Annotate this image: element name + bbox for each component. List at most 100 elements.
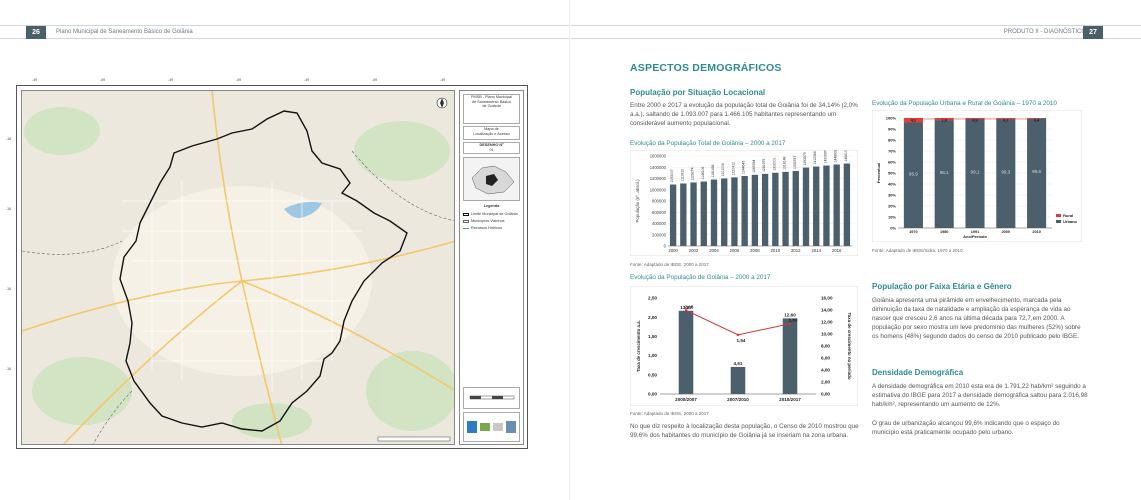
chart1-bar xyxy=(772,172,779,246)
map-image xyxy=(21,90,455,445)
chart1-x-tick: 2006 xyxy=(730,248,740,253)
chart2-bar xyxy=(782,318,798,394)
chart3-legend-swatch-urban xyxy=(1056,220,1061,223)
chart1-data-label: 1448639 xyxy=(834,150,838,163)
chart1-data-label: 1201006 xyxy=(721,163,725,176)
chart2-x-tick: 2007/2010 xyxy=(727,397,749,402)
chart1-x-tick: 2012 xyxy=(791,248,801,253)
drawing-number: 01 xyxy=(489,147,494,152)
chart2-bar xyxy=(730,366,746,394)
chart1-x-tick: 2004 xyxy=(709,248,719,253)
chart1-x-tick: 2002 xyxy=(689,248,699,253)
map-name-line: Localização e Acesso xyxy=(473,131,510,136)
chart1-data-label: 1333767 xyxy=(793,156,797,169)
chart1-y-label: População (nº. absol.) xyxy=(635,179,640,223)
map-logos xyxy=(463,412,520,442)
subtitle-densidade: Densidade Demográfica xyxy=(872,368,964,377)
chart2-left-tick: 1,50 xyxy=(648,334,657,339)
chart1-bar xyxy=(823,165,830,246)
chart1-bar xyxy=(690,182,697,246)
chart1-y-tick: 1600000 xyxy=(650,154,667,159)
chart1-data-label: 1430697 xyxy=(823,150,827,163)
chart1-x-tick: 2016 xyxy=(832,248,842,253)
chart2-left-tick: 2,00 xyxy=(648,315,657,320)
neighbour-swatch xyxy=(463,219,469,223)
chart2-rate-point xyxy=(684,309,688,312)
chart2-svg: 2,50 2,00 1,50 1,00 0,50 0,00 16,00 14,00 12,00 1… xyxy=(629,285,859,407)
chart1-bar xyxy=(792,170,799,246)
chart-population-total: 1600000 1400000 1200000 1000000 800000 600000… xyxy=(629,148,859,257)
map-scale-box xyxy=(463,387,520,409)
legend-item-label: Limite Municipal de Goiânia xyxy=(471,212,518,216)
chart-urban-rural: 100% 90% 80% 70% 60% 50% 40% 30% 20% 10% 0% Percent… xyxy=(871,109,1083,243)
chart1-bar xyxy=(761,173,769,246)
chart2-left-tick: 2,50 xyxy=(648,296,657,301)
chart1-y-tick: 1200000 xyxy=(650,176,667,181)
subtitle-faixa: População por Faixa Etária e Gênero xyxy=(872,282,1012,291)
paragraph-urbanizacao: O grau de urbanização alcançou 99,6% ind… xyxy=(872,420,1060,436)
chart2-bar-label: 4,51 xyxy=(734,361,743,366)
chart3-urban-label: 98,1 xyxy=(940,170,949,175)
chart3-y-tick: 80% xyxy=(888,138,896,143)
chart1-x-tick: 2010 xyxy=(771,248,781,253)
chart2-right-tick: 6,00 xyxy=(821,356,830,361)
chart3-x-tick: 1980 xyxy=(940,230,948,234)
map-coord-side: -16 xyxy=(6,287,12,291)
institution-logos xyxy=(467,421,516,433)
chart2-line-label: 1,54 xyxy=(737,338,746,343)
chart2-bar-label: 12,60 xyxy=(784,312,796,317)
chart2-title: Evolução da População de Goiânia – 2000 … xyxy=(630,274,771,281)
chart1-data-label: 1302001 xyxy=(772,157,776,170)
chart3-svg: 100% 90% 80% 70% 60% 50% 40% 30% 20% 10% 0% Percent… xyxy=(871,109,1083,243)
chart2-rate-point xyxy=(788,322,792,325)
chart3-y-tick: 20% xyxy=(888,204,896,209)
legend-title-line: PMSB - Plano Municipal xyxy=(471,95,512,99)
chart2-x-tick: 2010/2017 xyxy=(779,397,801,402)
paragraph-densidade: A densidade demográfica em 2010 esta era… xyxy=(872,383,1088,408)
chart3-urban-label: 95,9 xyxy=(909,171,918,176)
chart1-data-label: 1181438 xyxy=(711,164,715,177)
inset-map xyxy=(463,157,520,201)
chart2-line-label: 2,18 xyxy=(685,304,694,309)
chart2-right-tick: 12,00 xyxy=(821,320,833,325)
legend-item-label: Recursos Hídricos xyxy=(471,226,503,230)
boundary-swatch xyxy=(463,212,469,216)
map-legend-title: PMSB - Plano Municipal de Saneamento Bás… xyxy=(463,94,520,124)
chart1-data-label: 1318148 xyxy=(783,157,787,170)
chart3-y-tick: 60% xyxy=(888,160,896,165)
chart1-bar xyxy=(700,181,707,246)
chart1-y-tick: 600000 xyxy=(652,210,667,215)
chart1-data-label: 1244645 xyxy=(742,161,746,174)
chart3-x-tick: 2010 xyxy=(1032,230,1040,234)
chart1-y-tick: 1400000 xyxy=(650,165,667,170)
chart1-data-label: 1393579 xyxy=(803,152,807,165)
map-coord-top: -49 xyxy=(304,78,310,82)
chart2-left-tick: 1,00 xyxy=(648,353,657,358)
chart3-legend-swatch-rural xyxy=(1056,214,1061,217)
chart1-bar xyxy=(813,166,820,246)
drawing-number-box: DESENHO Nº 01 xyxy=(463,142,520,154)
right-page-header: PRODUTO II - DIAGNÓSTICO 27 xyxy=(571,25,1141,39)
legend-item-neighbours: Municípios Vizinhos xyxy=(463,219,505,223)
chart2-rate-point xyxy=(736,333,740,337)
chart1-y-tick: 200000 xyxy=(652,232,667,237)
chart3-urban-label: 99,3 xyxy=(1001,169,1010,174)
chart1-x-tick: 2008 xyxy=(750,248,760,253)
chart1-bar xyxy=(751,174,759,246)
chart3-legend-urban: Urbano xyxy=(1063,219,1078,224)
chart3-x-label: Ano/Período xyxy=(963,234,987,239)
chart3-x-tick: 1970 xyxy=(909,230,917,234)
chart1-data-label: 1265394 xyxy=(752,160,756,173)
chart3-x-tick: 2000 xyxy=(1002,230,1010,234)
chart3-y-tick: 90% xyxy=(888,127,896,132)
chart1-title: Evolução da População Total de Goiânia –… xyxy=(630,140,786,147)
chart1-x-tick: 2014 xyxy=(811,248,821,253)
chart1-data-label: 1129274 xyxy=(691,167,695,180)
chart2-right-tick: 14,00 xyxy=(821,308,833,313)
chart2-bar xyxy=(678,310,694,394)
chart2-right-tick: 2,00 xyxy=(821,380,830,385)
chart3-legend-rural: Rural xyxy=(1063,213,1073,218)
chart3-y-tick: 100% xyxy=(886,116,897,121)
chart1-data-label: 1146106 xyxy=(701,166,705,179)
chart1-data-label: 1281975 xyxy=(762,159,766,172)
